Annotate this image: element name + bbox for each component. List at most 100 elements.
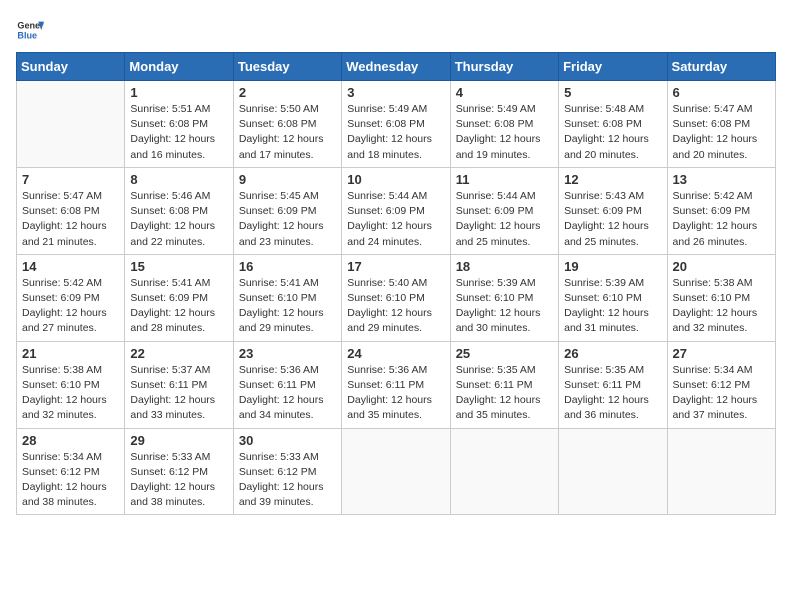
- calendar-cell: 2 Sunrise: 5:50 AM Sunset: 6:08 PM Daylig…: [233, 81, 341, 168]
- calendar-cell: 23 Sunrise: 5:36 AM Sunset: 6:11 PM Dayli…: [233, 341, 341, 428]
- day-info: Sunrise: 5:38 AM Sunset: 6:10 PM Dayligh…: [673, 276, 770, 337]
- calendar-cell: 27 Sunrise: 5:34 AM Sunset: 6:12 PM Dayli…: [667, 341, 775, 428]
- day-info: Sunrise: 5:36 AM Sunset: 6:11 PM Dayligh…: [239, 363, 336, 424]
- calendar-cell: 28 Sunrise: 5:34 AM Sunset: 6:12 PM Dayli…: [17, 428, 125, 515]
- day-info: Sunrise: 5:35 AM Sunset: 6:11 PM Dayligh…: [564, 363, 661, 424]
- calendar-cell: 18 Sunrise: 5:39 AM Sunset: 6:10 PM Dayli…: [450, 254, 558, 341]
- day-number: 17: [347, 259, 444, 274]
- day-number: 7: [22, 172, 119, 187]
- day-header-tuesday: Tuesday: [233, 53, 341, 81]
- calendar-cell: [667, 428, 775, 515]
- day-info: Sunrise: 5:50 AM Sunset: 6:08 PM Dayligh…: [239, 102, 336, 163]
- week-row-1: 1Sunrise: 5:51 AM Sunset: 6:08 PM Daylig…: [17, 81, 776, 168]
- day-number: 13: [673, 172, 770, 187]
- logo-icon: General Blue: [16, 16, 44, 44]
- day-number: 20: [673, 259, 770, 274]
- day-number: 12: [564, 172, 661, 187]
- calendar-cell: 3Sunrise: 5:49 AM Sunset: 6:08 PM Daylig…: [342, 81, 450, 168]
- day-info: Sunrise: 5:42 AM Sunset: 6:09 PM Dayligh…: [22, 276, 119, 337]
- day-info: Sunrise: 5:48 AM Sunset: 6:08 PM Dayligh…: [564, 102, 661, 163]
- calendar-cell: [450, 428, 558, 515]
- day-header-sunday: Sunday: [17, 53, 125, 81]
- day-info: Sunrise: 5:39 AM Sunset: 6:10 PM Dayligh…: [456, 276, 553, 337]
- day-number: 16: [239, 259, 336, 274]
- day-number: 4: [456, 85, 553, 100]
- calendar-cell: 14 Sunrise: 5:42 AM Sunset: 6:09 PM Dayli…: [17, 254, 125, 341]
- calendar-table: SundayMondayTuesdayWednesdayThursdayFrid…: [16, 52, 776, 515]
- day-info: Sunrise: 5:37 AM Sunset: 6:11 PM Dayligh…: [130, 363, 227, 424]
- day-number: 29: [130, 433, 227, 448]
- day-number: 25: [456, 346, 553, 361]
- day-info: Sunrise: 5:34 AM Sunset: 6:12 PM Dayligh…: [22, 450, 119, 511]
- calendar-cell: 30 Sunrise: 5:33 AM Sunset: 6:12 PM Dayli…: [233, 428, 341, 515]
- calendar-cell: 9Sunrise: 5:45 AM Sunset: 6:09 PM Daylig…: [233, 167, 341, 254]
- day-number: 19: [564, 259, 661, 274]
- day-number: 1: [130, 85, 227, 100]
- day-header-monday: Monday: [125, 53, 233, 81]
- calendar-cell: 19 Sunrise: 5:39 AM Sunset: 6:10 PM Dayli…: [559, 254, 667, 341]
- day-number: 23: [239, 346, 336, 361]
- day-info: Sunrise: 5:42 AM Sunset: 6:09 PM Dayligh…: [673, 189, 770, 250]
- day-number: 22: [130, 346, 227, 361]
- day-info: Sunrise: 5:39 AM Sunset: 6:10 PM Dayligh…: [564, 276, 661, 337]
- day-info: Sunrise: 5:47 AM Sunset: 6:08 PM Dayligh…: [673, 102, 770, 163]
- week-row-3: 14 Sunrise: 5:42 AM Sunset: 6:09 PM Dayli…: [17, 254, 776, 341]
- calendar-cell: 26Sunrise: 5:35 AM Sunset: 6:11 PM Dayli…: [559, 341, 667, 428]
- calendar-cell: 20 Sunrise: 5:38 AM Sunset: 6:10 PM Dayli…: [667, 254, 775, 341]
- day-info: Sunrise: 5:34 AM Sunset: 6:12 PM Dayligh…: [673, 363, 770, 424]
- day-info: Sunrise: 5:44 AM Sunset: 6:09 PM Dayligh…: [347, 189, 444, 250]
- day-number: 24: [347, 346, 444, 361]
- calendar-cell: 29Sunrise: 5:33 AM Sunset: 6:12 PM Dayli…: [125, 428, 233, 515]
- calendar-cell: [342, 428, 450, 515]
- day-header-wednesday: Wednesday: [342, 53, 450, 81]
- day-number: 2: [239, 85, 336, 100]
- day-info: Sunrise: 5:47 AM Sunset: 6:08 PM Dayligh…: [22, 189, 119, 250]
- calendar-cell: [559, 428, 667, 515]
- calendar-cell: 15 Sunrise: 5:41 AM Sunset: 6:09 PM Dayli…: [125, 254, 233, 341]
- calendar-cell: 11Sunrise: 5:44 AM Sunset: 6:09 PM Dayli…: [450, 167, 558, 254]
- day-number: 15: [130, 259, 227, 274]
- calendar-header-row: SundayMondayTuesdayWednesdayThursdayFrid…: [17, 53, 776, 81]
- day-number: 28: [22, 433, 119, 448]
- logo: General Blue: [16, 16, 44, 44]
- calendar-cell: 1Sunrise: 5:51 AM Sunset: 6:08 PM Daylig…: [125, 81, 233, 168]
- svg-text:Blue: Blue: [17, 30, 37, 40]
- day-number: 30: [239, 433, 336, 448]
- day-number: 27: [673, 346, 770, 361]
- day-info: Sunrise: 5:38 AM Sunset: 6:10 PM Dayligh…: [22, 363, 119, 424]
- day-number: 14: [22, 259, 119, 274]
- day-number: 3: [347, 85, 444, 100]
- day-number: 18: [456, 259, 553, 274]
- calendar-cell: 12 Sunrise: 5:43 AM Sunset: 6:09 PM Dayli…: [559, 167, 667, 254]
- day-number: 10: [347, 172, 444, 187]
- day-info: Sunrise: 5:36 AM Sunset: 6:11 PM Dayligh…: [347, 363, 444, 424]
- day-number: 8: [130, 172, 227, 187]
- day-info: Sunrise: 5:41 AM Sunset: 6:10 PM Dayligh…: [239, 276, 336, 337]
- day-number: 21: [22, 346, 119, 361]
- day-header-saturday: Saturday: [667, 53, 775, 81]
- day-number: 5: [564, 85, 661, 100]
- page-header: General Blue: [16, 16, 776, 44]
- week-row-4: 21 Sunrise: 5:38 AM Sunset: 6:10 PM Dayli…: [17, 341, 776, 428]
- calendar-cell: [17, 81, 125, 168]
- day-info: Sunrise: 5:35 AM Sunset: 6:11 PM Dayligh…: [456, 363, 553, 424]
- calendar-cell: 16 Sunrise: 5:41 AM Sunset: 6:10 PM Dayli…: [233, 254, 341, 341]
- day-info: Sunrise: 5:43 AM Sunset: 6:09 PM Dayligh…: [564, 189, 661, 250]
- calendar-cell: 5 Sunrise: 5:48 AM Sunset: 6:08 PM Daylig…: [559, 81, 667, 168]
- calendar-cell: 8 Sunrise: 5:46 AM Sunset: 6:08 PM Daylig…: [125, 167, 233, 254]
- calendar-cell: 13 Sunrise: 5:42 AM Sunset: 6:09 PM Dayli…: [667, 167, 775, 254]
- calendar-cell: 25 Sunrise: 5:35 AM Sunset: 6:11 PM Dayli…: [450, 341, 558, 428]
- week-row-5: 28 Sunrise: 5:34 AM Sunset: 6:12 PM Dayli…: [17, 428, 776, 515]
- calendar-cell: 22 Sunrise: 5:37 AM Sunset: 6:11 PM Dayli…: [125, 341, 233, 428]
- day-number: 11: [456, 172, 553, 187]
- calendar-cell: 4 Sunrise: 5:49 AM Sunset: 6:08 PM Daylig…: [450, 81, 558, 168]
- day-header-thursday: Thursday: [450, 53, 558, 81]
- week-row-2: 7 Sunrise: 5:47 AM Sunset: 6:08 PM Daylig…: [17, 167, 776, 254]
- day-info: Sunrise: 5:41 AM Sunset: 6:09 PM Dayligh…: [130, 276, 227, 337]
- day-info: Sunrise: 5:49 AM Sunset: 6:08 PM Dayligh…: [456, 102, 553, 163]
- calendar-cell: 24 Sunrise: 5:36 AM Sunset: 6:11 PM Dayli…: [342, 341, 450, 428]
- day-number: 6: [673, 85, 770, 100]
- day-number: 9: [239, 172, 336, 187]
- day-info: Sunrise: 5:46 AM Sunset: 6:08 PM Dayligh…: [130, 189, 227, 250]
- day-info: Sunrise: 5:33 AM Sunset: 6:12 PM Dayligh…: [239, 450, 336, 511]
